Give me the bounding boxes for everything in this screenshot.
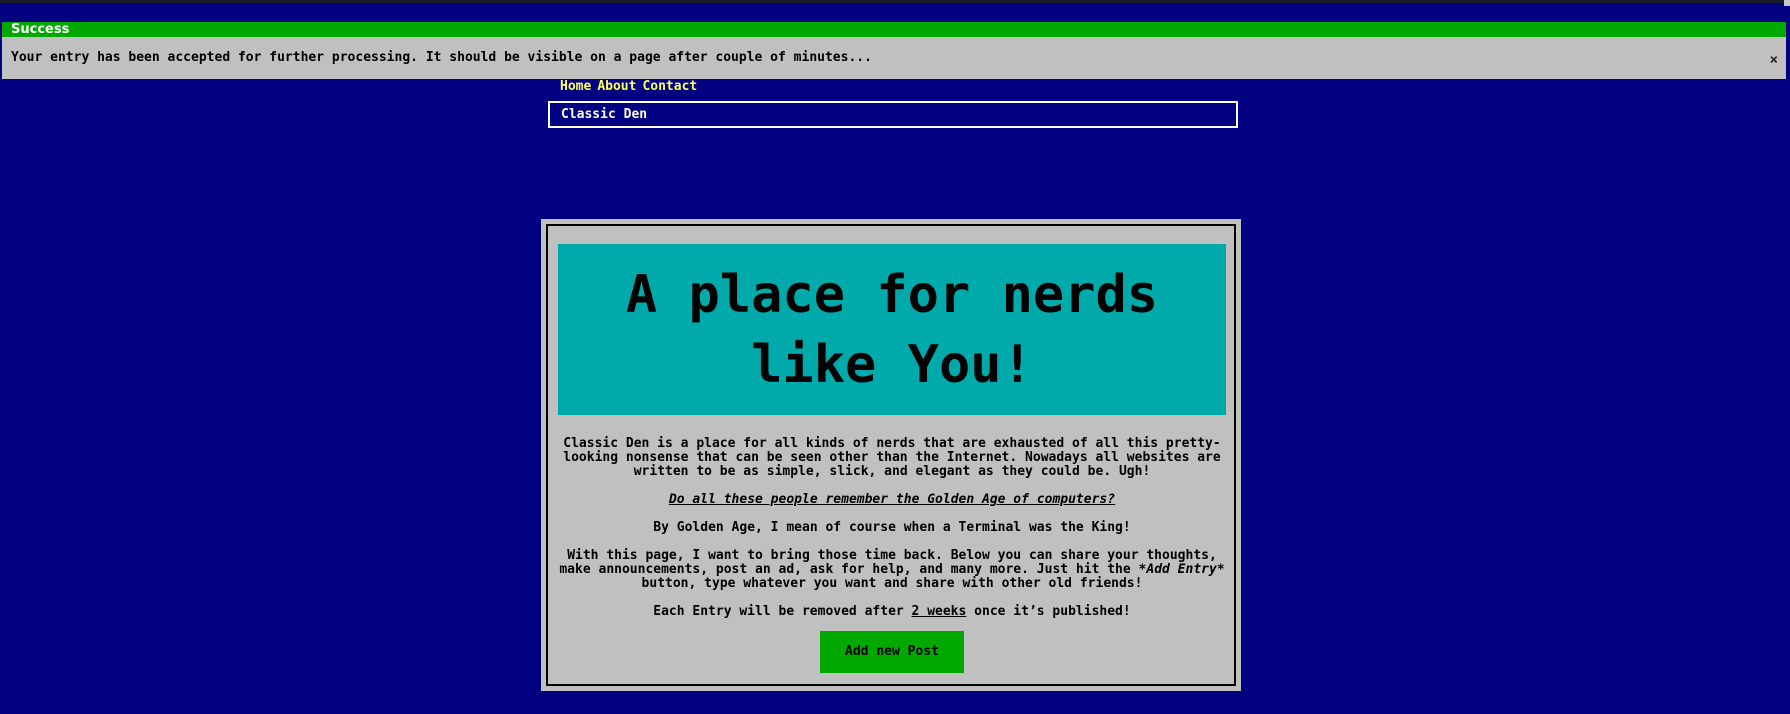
notification-message: Your entry has been accepted for further… (11, 50, 872, 65)
removal-paragraph: Each Entry will be removed after 2 weeks… (558, 605, 1226, 619)
nav-link-about[interactable]: About (597, 79, 636, 94)
golden-age-question: Do all these people remember the Golden … (668, 492, 1116, 507)
close-icon[interactable]: × (1770, 39, 1778, 81)
intro-paragraph: Classic Den is a place for all kinds of … (563, 436, 1221, 479)
window-corner-marker (1784, 0, 1790, 6)
removal-duration: 2 weeks (911, 604, 967, 619)
hero-banner: A place for nerds like You! (558, 244, 1226, 415)
removal-text-part-1: Each Entry will be removed after (653, 604, 912, 619)
main-panel: A place for nerds like You! Classic Den … (541, 219, 1241, 691)
top-navigation: Home About Contact (560, 79, 703, 95)
notification-title: Success (2, 22, 1786, 37)
success-notification: Success Your entry has been accepted for… (2, 22, 1786, 79)
share-paragraph: With this page, I want to bring those ti… (558, 549, 1226, 591)
add-new-post-button[interactable]: Add new Post (820, 631, 964, 673)
window-top-border (0, 0, 1790, 3)
nav-link-home[interactable]: Home (560, 79, 591, 94)
nav-link-contact[interactable]: Contact (642, 79, 697, 94)
share-text-part-1: With this page, I want to bring those ti… (559, 548, 1217, 577)
notification-body: Your entry has been accepted for further… (2, 37, 1786, 79)
add-entry-emphasis: *Add Entry* (1138, 562, 1225, 577)
intro-question: Do all these people remember the Golden … (558, 493, 1226, 507)
golden-age-paragraph: By Golden Age, I mean of course when a T… (653, 520, 1131, 535)
removal-text-part-2: once it’s published! (966, 604, 1131, 619)
hero-heading-line-1: A place for nerds (625, 264, 1159, 325)
intro-content: Classic Den is a place for all kinds of … (558, 437, 1226, 673)
share-text-part-2: button, type whatever you want and share… (641, 576, 1143, 591)
site-title: Classic Den (561, 107, 648, 122)
main-panel-frame: A place for nerds like You! Classic Den … (546, 224, 1236, 686)
hero-heading-line-2: like You! (751, 334, 1033, 395)
site-title-box: Classic Den (548, 101, 1238, 128)
